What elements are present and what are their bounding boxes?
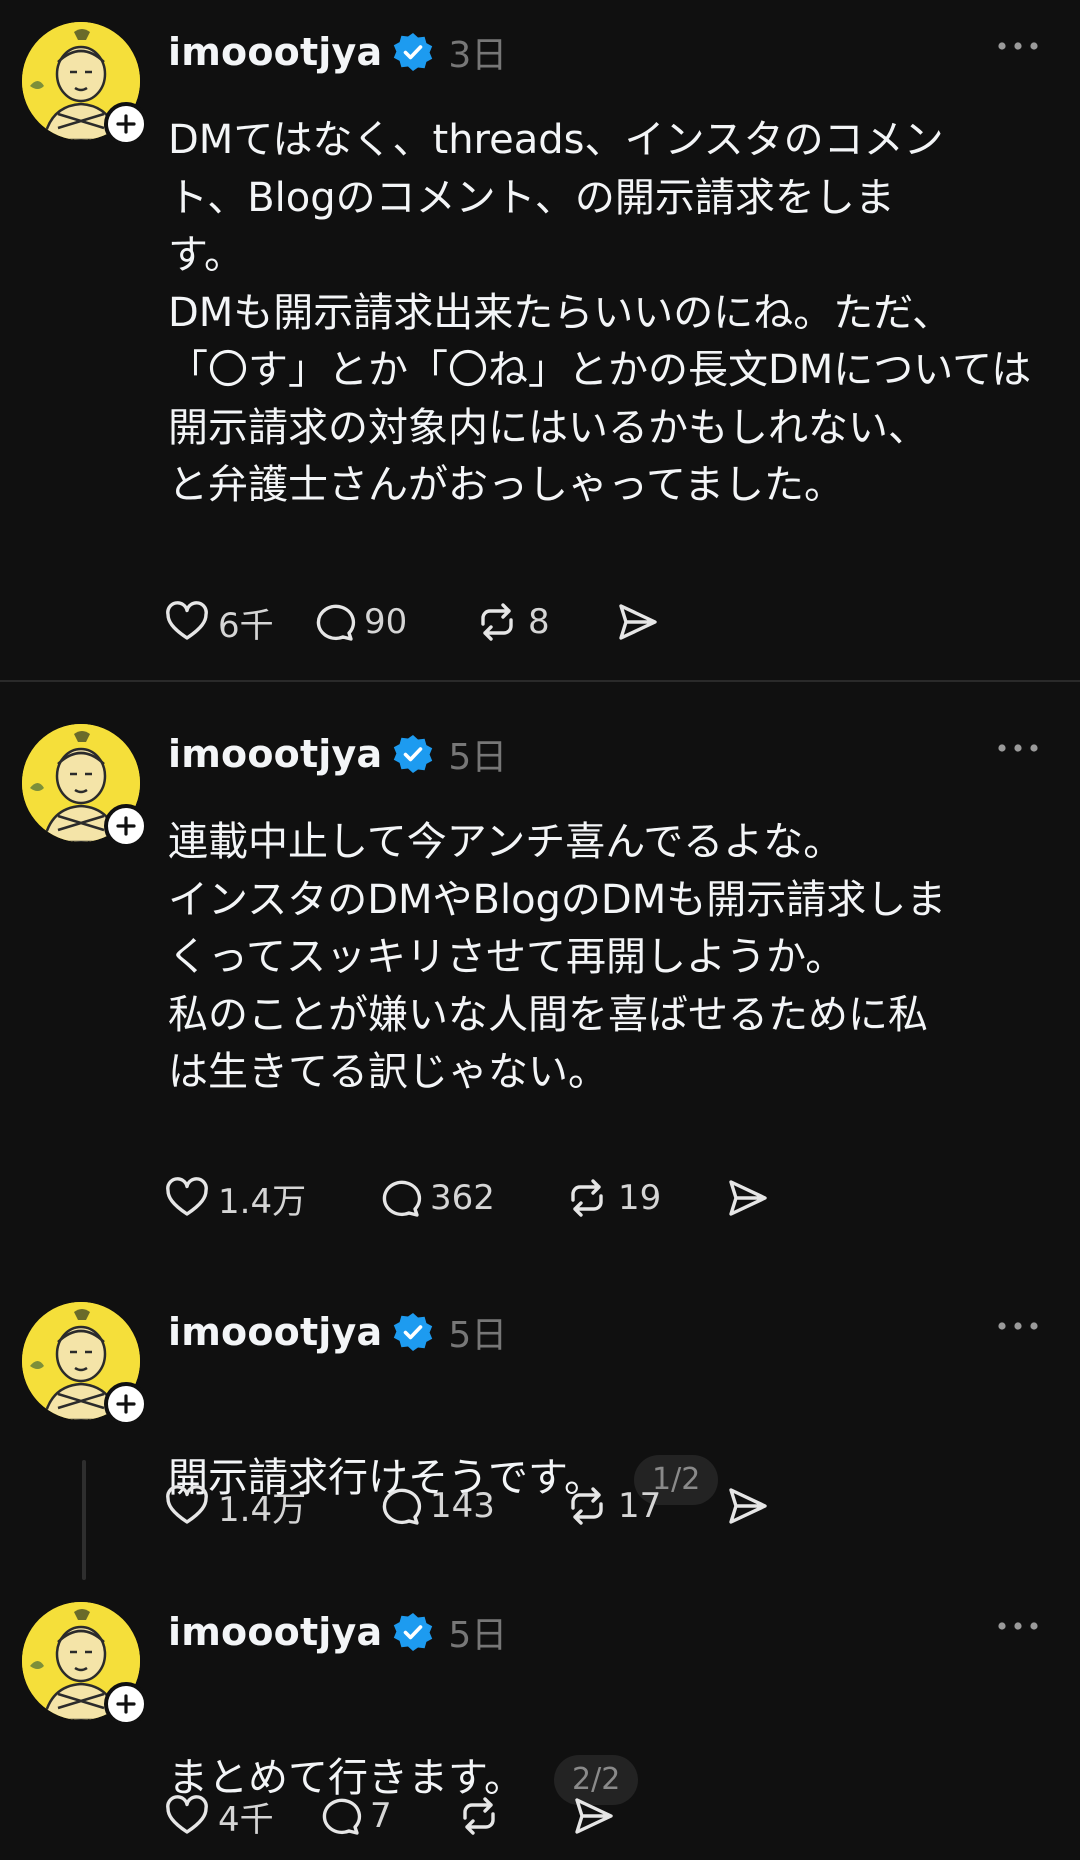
more-options-icon[interactable] [994,34,1042,58]
post-divider [0,680,1080,682]
username[interactable]: imoootjya [168,732,382,776]
share-button[interactable] [612,594,662,650]
repost-button[interactable]: 17 [562,1478,722,1534]
repost-count: 19 [618,1178,662,1218]
follow-plus-icon[interactable] [104,102,148,146]
repost-button[interactable]: 19 [562,1170,722,1226]
follow-plus-icon[interactable] [104,1682,148,1726]
reply-button[interactable]: 143 [374,1478,562,1534]
heart-icon [162,1173,212,1223]
like-count: 6千 [218,605,274,646]
comment-icon [374,1481,424,1531]
reply-count: 90 [364,602,408,642]
like-button[interactable]: 6千 [162,594,308,650]
repost-count: 17 [618,1486,662,1526]
post-time: 5日 [448,737,508,778]
share-button[interactable] [568,1788,618,1844]
reply-count: 362 [430,1178,495,1218]
post-text: 連載中止して今アンチ喜んでるよな。 インスタのDMやBlogのDMも開示請求しま… [168,819,947,1095]
like-button[interactable]: 1.4万 [162,1478,374,1534]
share-icon [722,1173,772,1223]
post-time: 5日 [448,1615,508,1656]
verified-badge-icon [392,1611,434,1653]
share-button[interactable] [722,1170,772,1226]
username[interactable]: imoootjya [168,1310,382,1354]
post-time: 3日 [448,35,508,76]
comment-icon [314,1791,364,1841]
heart-icon [162,597,212,647]
reply-button[interactable]: 362 [374,1170,562,1226]
thread-post[interactable]: imoootjya 5日 開示請求行けそうです。 1/2 1.4万 143 17 [0,1280,1080,1580]
post-time: 5日 [448,1315,508,1356]
comment-icon [308,597,358,647]
repost-button[interactable]: 8 [472,594,612,650]
thread-post[interactable]: imoootjya 5日 まとめて行きます。 2/2 4千 7 [0,1580,1080,1860]
thread-post[interactable]: imoootjya 5日 連載中止して今アンチ喜んでるよな。 インスタのDMやB… [0,702,1080,1262]
verified-badge-icon [392,733,434,775]
reply-button[interactable]: 90 [308,594,472,650]
avatar[interactable] [22,1302,148,1426]
heart-icon [162,1791,212,1841]
verified-badge-icon [392,31,434,73]
heart-icon [162,1481,212,1531]
more-options-icon[interactable] [994,1614,1042,1638]
repost-count: 8 [528,602,550,642]
like-button[interactable]: 4千 [162,1788,314,1844]
thread-connector [82,1460,86,1580]
repost-icon [562,1481,612,1531]
follow-plus-icon[interactable] [104,804,148,848]
avatar[interactable] [22,724,148,848]
like-button[interactable]: 1.4万 [162,1170,374,1226]
like-count: 1.4万 [218,1181,307,1222]
more-options-icon[interactable] [994,736,1042,760]
thread-post[interactable]: imoootjya 3日 DMてはなく、threads、インスタのコメン ト、B… [0,0,1080,680]
repost-icon [454,1791,504,1841]
repost-icon [472,597,522,647]
username[interactable]: imoootjya [168,30,382,74]
share-icon [722,1481,772,1531]
more-options-icon[interactable] [994,1314,1042,1338]
like-count: 1.4万 [218,1489,307,1530]
follow-plus-icon[interactable] [104,1382,148,1426]
share-button[interactable] [722,1478,772,1534]
verified-badge-icon [392,1311,434,1353]
avatar[interactable] [22,22,148,146]
avatar[interactable] [22,1602,148,1726]
like-count: 4千 [218,1799,274,1840]
reply-button[interactable]: 7 [314,1788,454,1844]
share-icon [612,597,662,647]
reply-count: 7 [370,1796,392,1836]
post-text: DMてはなく、threads、インスタのコメン ト、Blogのコメント、の開示請… [168,117,1032,508]
comment-icon [374,1173,424,1223]
repost-button[interactable] [454,1788,568,1844]
reply-count: 143 [430,1486,495,1526]
repost-icon [562,1173,612,1223]
username[interactable]: imoootjya [168,1610,382,1654]
share-icon [568,1791,618,1841]
